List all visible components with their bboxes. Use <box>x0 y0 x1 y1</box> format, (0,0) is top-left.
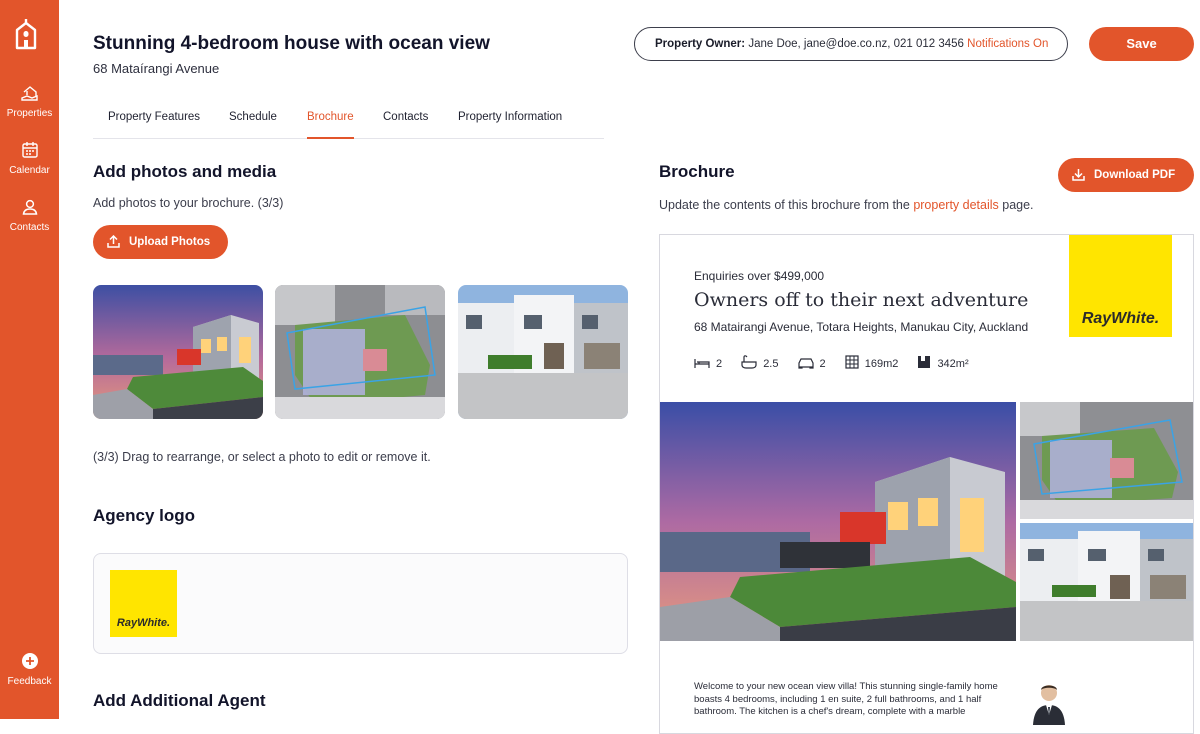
sidebar-item-feedback[interactable]: Feedback <box>0 652 59 687</box>
tab-property-features[interactable]: Property Features <box>108 111 200 123</box>
owner-value: Jane Doe, jane@doe.co.nz, 021 012 3456 <box>748 38 964 50</box>
floor-plan-icon <box>845 355 859 369</box>
aerial-site-photo <box>275 285 445 419</box>
brochure-preview: RayWhite. Enquiries over $499,000 Owners… <box>659 234 1194 734</box>
plus-circle-icon <box>21 653 38 669</box>
brochure-description: Update the contents of this brochure fro… <box>659 198 1034 212</box>
brochure-headline: Owners off to their next adventure <box>694 289 1029 311</box>
tab-brochure[interactable]: Brochure <box>307 111 354 139</box>
page-title: Stunning 4-bedroom house with ocean view <box>93 33 490 54</box>
house-front-photo <box>458 285 628 419</box>
sidebar-item-properties[interactable]: Properties <box>0 84 59 119</box>
calendar-icon <box>21 142 38 158</box>
sidebar-item-contacts[interactable]: Contacts <box>0 198 59 233</box>
upload-photos-label: Upload Photos <box>129 236 211 248</box>
sidebar-item-calendar[interactable]: Calendar <box>0 141 59 176</box>
sidebar-item-label: Contacts <box>9 222 50 233</box>
tab-contacts[interactable]: Contacts <box>383 111 428 123</box>
property-address: 68 Mataírangi Avenue <box>93 61 220 76</box>
upload-icon <box>107 235 120 248</box>
agent-avatar <box>1033 685 1065 725</box>
sidebar-item-label: Feedback <box>7 676 52 687</box>
brochure-body-text: Welcome to your new ocean view villa! Th… <box>694 681 998 717</box>
brochure-enquiries: Enquiries over $499,000 <box>694 269 825 283</box>
feature-bathrooms: 2.5 <box>741 355 778 370</box>
tab-property-information[interactable]: Property Information <box>458 111 562 123</box>
feature-garage: 2 <box>797 357 826 370</box>
feature-bedrooms: 2 <box>694 357 722 370</box>
house-logo-icon[interactable] <box>14 18 38 50</box>
feature-floor-area: 169m2 <box>845 355 898 370</box>
sidebar: Properties Calendar Contacts Feedback <box>0 0 59 719</box>
additional-agent-heading: Add Additional Agent <box>93 691 266 710</box>
save-button[interactable]: Save <box>1089 27 1194 61</box>
sidebar-item-label: Properties <box>6 108 53 119</box>
photo-thumbnail-2[interactable] <box>275 285 445 419</box>
brochure-main-photo <box>660 402 1016 641</box>
brochure-aerial-photo <box>1020 402 1193 519</box>
land-area-icon <box>918 356 931 368</box>
photo-thumbnail-1[interactable] <box>93 285 263 419</box>
brochure-desc-text: Update the contents of this brochure fro… <box>659 198 914 212</box>
download-icon <box>1072 169 1085 181</box>
brochure-heading: Brochure <box>659 162 735 181</box>
house-dusk-photo <box>93 285 263 419</box>
drag-hint: (3/3) Drag to rearrange, or select a pho… <box>93 450 431 464</box>
notifications-status[interactable]: Notifications On <box>967 38 1048 50</box>
brochure-address: 68 Matairangi Avenue, Totara Heights, Ma… <box>694 320 1029 334</box>
download-pdf-button[interactable]: Download PDF <box>1058 158 1194 192</box>
brochure-desc-text-end: page. <box>998 198 1034 212</box>
agency-logo: RayWhite. <box>110 570 177 637</box>
bath-icon <box>741 355 757 369</box>
house-hand-icon <box>20 86 38 101</box>
brochure-features: 2 2.5 2 169m2 342m² <box>694 355 985 370</box>
download-pdf-label: Download PDF <box>1094 169 1176 181</box>
property-details-link[interactable]: property details <box>913 198 998 212</box>
upload-photos-button[interactable]: Upload Photos <box>93 225 228 259</box>
bed-icon <box>694 359 710 368</box>
car-icon <box>797 358 814 369</box>
property-owner-pill[interactable]: Property Owner: Jane Doe, jane@doe.co.nz… <box>634 27 1068 61</box>
sidebar-item-label: Calendar <box>9 165 50 176</box>
feature-land-area: 342m² <box>917 355 969 370</box>
agency-logo-heading: Agency logo <box>93 506 196 525</box>
brochure-front-photo <box>1020 523 1193 641</box>
photos-heading: Add photos and media <box>93 162 277 181</box>
photo-thumbnail-3[interactable] <box>458 285 628 419</box>
owner-label: Property Owner: <box>655 38 746 50</box>
tab-bar: Property Features Schedule Brochure Cont… <box>93 109 604 139</box>
person-icon <box>22 199 37 215</box>
brochure-logo: RayWhite. <box>1069 235 1172 337</box>
agency-logo-box[interactable]: RayWhite. <box>93 553 628 654</box>
photos-hint: Add photos to your brochure. (3/3) <box>93 196 284 210</box>
tab-schedule[interactable]: Schedule <box>229 111 277 123</box>
